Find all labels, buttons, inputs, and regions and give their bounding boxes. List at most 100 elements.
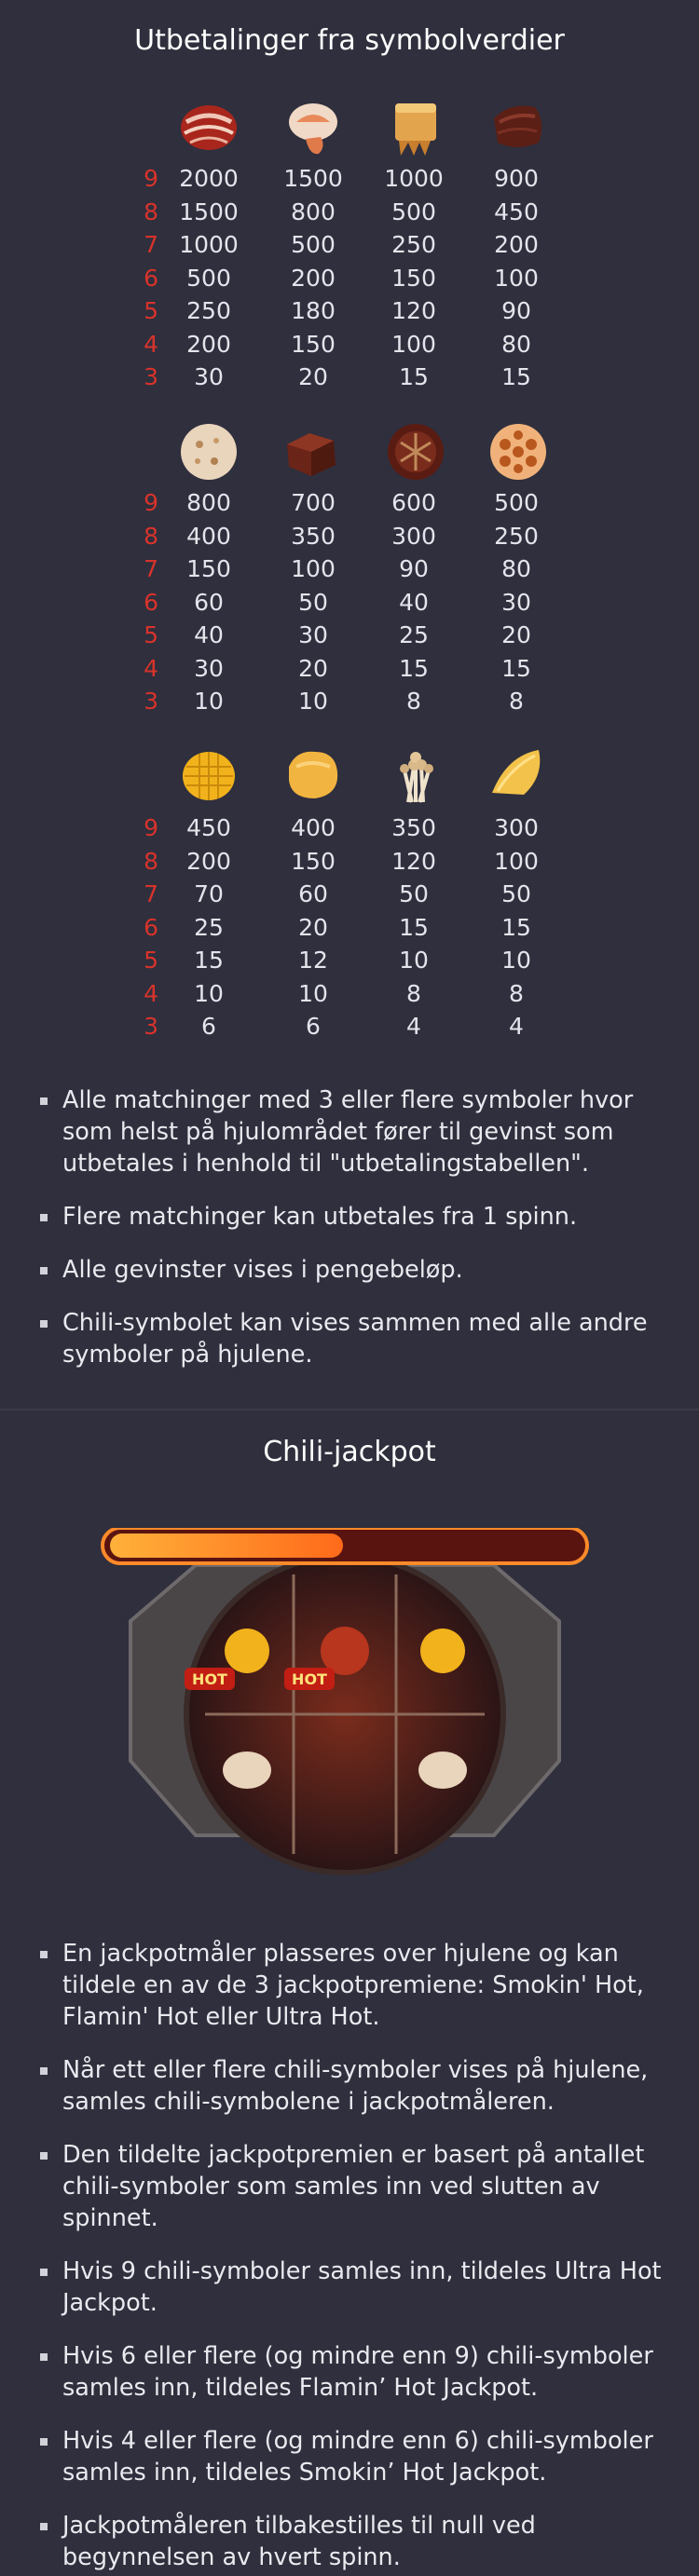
pay-value: 80: [501, 555, 531, 582]
pay-value: 50: [501, 880, 531, 907]
pay-value: 10: [298, 979, 328, 1007]
table-row: 7 1000 500 250 200: [0, 231, 699, 265]
pay-value: 120: [391, 297, 436, 324]
pay-value: 50: [298, 588, 328, 616]
table-row: 6 60 50 40 30: [0, 589, 699, 622]
pay-value: 10: [399, 947, 429, 974]
pay-value: 15: [501, 913, 531, 941]
table-row: 5 15 12 10 10: [0, 947, 699, 980]
table-row: 9 2000 1500 1000 900: [0, 165, 699, 198]
pay-value: 30: [298, 621, 328, 648]
table-row: 4 30 20 15 15: [0, 655, 699, 688]
pay-value: 250: [186, 297, 231, 324]
table-row: 8 200 150 120 100: [0, 848, 699, 881]
pay-value: 120: [391, 847, 436, 875]
pay-value: 150: [291, 847, 336, 875]
meatball-icon: [173, 415, 244, 485]
table-row: 6 500 200 150 100: [0, 265, 699, 298]
table-row: 6 25 20 15 15: [0, 914, 699, 947]
pay-value: 15: [399, 654, 429, 682]
pay-value: 40: [194, 621, 224, 648]
lotus-root-icon: [483, 415, 554, 485]
table-row: 8 400 350 300 250: [0, 523, 699, 556]
pay-value: 6: [306, 1013, 321, 1040]
pay-value: 8: [509, 688, 524, 715]
pay-value: 150: [186, 555, 231, 582]
pay-value: 900: [494, 165, 539, 192]
pay-value: 4: [406, 1013, 421, 1040]
pay-value: 100: [291, 555, 336, 582]
pay-value: 150: [291, 330, 336, 358]
pay-value: 500: [391, 198, 436, 225]
pay-value: 4: [509, 1013, 524, 1040]
pay-value: 350: [291, 522, 336, 550]
pay-value: 180: [291, 297, 336, 324]
pay-value: 800: [291, 198, 336, 225]
pay-value: 6: [201, 1013, 216, 1040]
paytable-group-3: 9 450 400 350 300 8 200 150 120 100 7 70 60 50 50 62…: [0, 814, 699, 1046]
table-row: 8 1500 800 500 450: [0, 198, 699, 232]
pay-value: 100: [494, 847, 539, 875]
pay-value: 30: [194, 363, 224, 390]
pay-value: 700: [291, 489, 336, 516]
pay-value: 15: [194, 947, 224, 974]
table-row: 9 450 400 350 300: [0, 814, 699, 848]
pay-value: 70: [194, 880, 224, 907]
pay-value: 15: [501, 363, 531, 390]
list-item: Alle gevinster vises i pengebeløp.: [37, 1254, 671, 1286]
pay-value: 80: [501, 330, 531, 358]
pay-value: 1000: [384, 165, 444, 192]
pay-value: 60: [194, 588, 224, 616]
pay-value: 400: [291, 814, 336, 841]
table-row: 5 40 30 25 20: [0, 621, 699, 655]
shrimp-dumpling-icon: [278, 90, 349, 161]
pay-value: 1500: [283, 165, 343, 192]
pay-value: 30: [194, 654, 224, 682]
pay-value: 800: [186, 489, 231, 516]
paytable-title: Utbetalinger fra symbolverdier: [134, 24, 565, 57]
pay-value: 8: [406, 979, 421, 1007]
pay-value: 30: [501, 588, 531, 616]
jackpot-rules-list: En jackpotmåler plasseres over hjulene o…: [37, 1938, 671, 2573]
pay-value: 20: [298, 654, 328, 682]
pay-value: 450: [494, 198, 539, 225]
hot-badge-1: HOT: [192, 1670, 227, 1688]
pay-value: 8: [509, 979, 524, 1007]
pay-value: 2000: [179, 165, 239, 192]
pay-value: 200: [186, 847, 231, 875]
symbol-row-3: [0, 739, 699, 813]
tofu-cube-icon: [278, 415, 349, 485]
table-row: 36644: [0, 1013, 699, 1046]
pay-value: 1000: [179, 231, 239, 258]
list-item: Når ett eller flere chili-symboler vises…: [37, 2054, 671, 2118]
symbol-row-1: [0, 90, 699, 165]
enoki-mushroom-icon: [380, 739, 451, 810]
list-item: En jackpotmåler plasseres over hjulene o…: [37, 1938, 671, 2033]
pay-value: 12: [298, 947, 328, 974]
pay-value: 100: [494, 264, 539, 292]
table-row: 7 70 60 50 50: [0, 880, 699, 914]
potato-slice-icon: [483, 739, 554, 810]
pay-value: 25: [399, 621, 429, 648]
fried-tofu-icon: [278, 739, 349, 810]
pay-value: 600: [391, 489, 436, 516]
pay-value: 25: [194, 913, 224, 941]
pay-value: 50: [399, 880, 429, 907]
paytable-group-1: 9 2000 1500 1000 900 8 1500 800 500 450 7 1000 500…: [0, 165, 699, 397]
paytable-rules-list: Alle matchinger med 3 eller flere symbol…: [37, 1084, 671, 1370]
list-item: Chili-symbolet kan vises sammen med alle…: [37, 1307, 671, 1370]
table-row: 9 800 700 600 500: [0, 489, 699, 523]
corn-icon: [173, 739, 244, 810]
pay-value: 1500: [179, 198, 239, 225]
pay-value: 200: [494, 231, 539, 258]
pay-value: 500: [291, 231, 336, 258]
mushroom-icon: [380, 415, 451, 485]
pay-value: 250: [494, 522, 539, 550]
pay-value: 300: [494, 814, 539, 841]
table-row: 4 10 10 8 8: [0, 980, 699, 1014]
pay-value: 20: [298, 363, 328, 390]
pay-value: 90: [399, 555, 429, 582]
pay-value: 200: [291, 264, 336, 292]
list-item: Hvis 9 chili-symboler samles inn, tildel…: [37, 2256, 671, 2319]
pay-value: 500: [494, 489, 539, 516]
